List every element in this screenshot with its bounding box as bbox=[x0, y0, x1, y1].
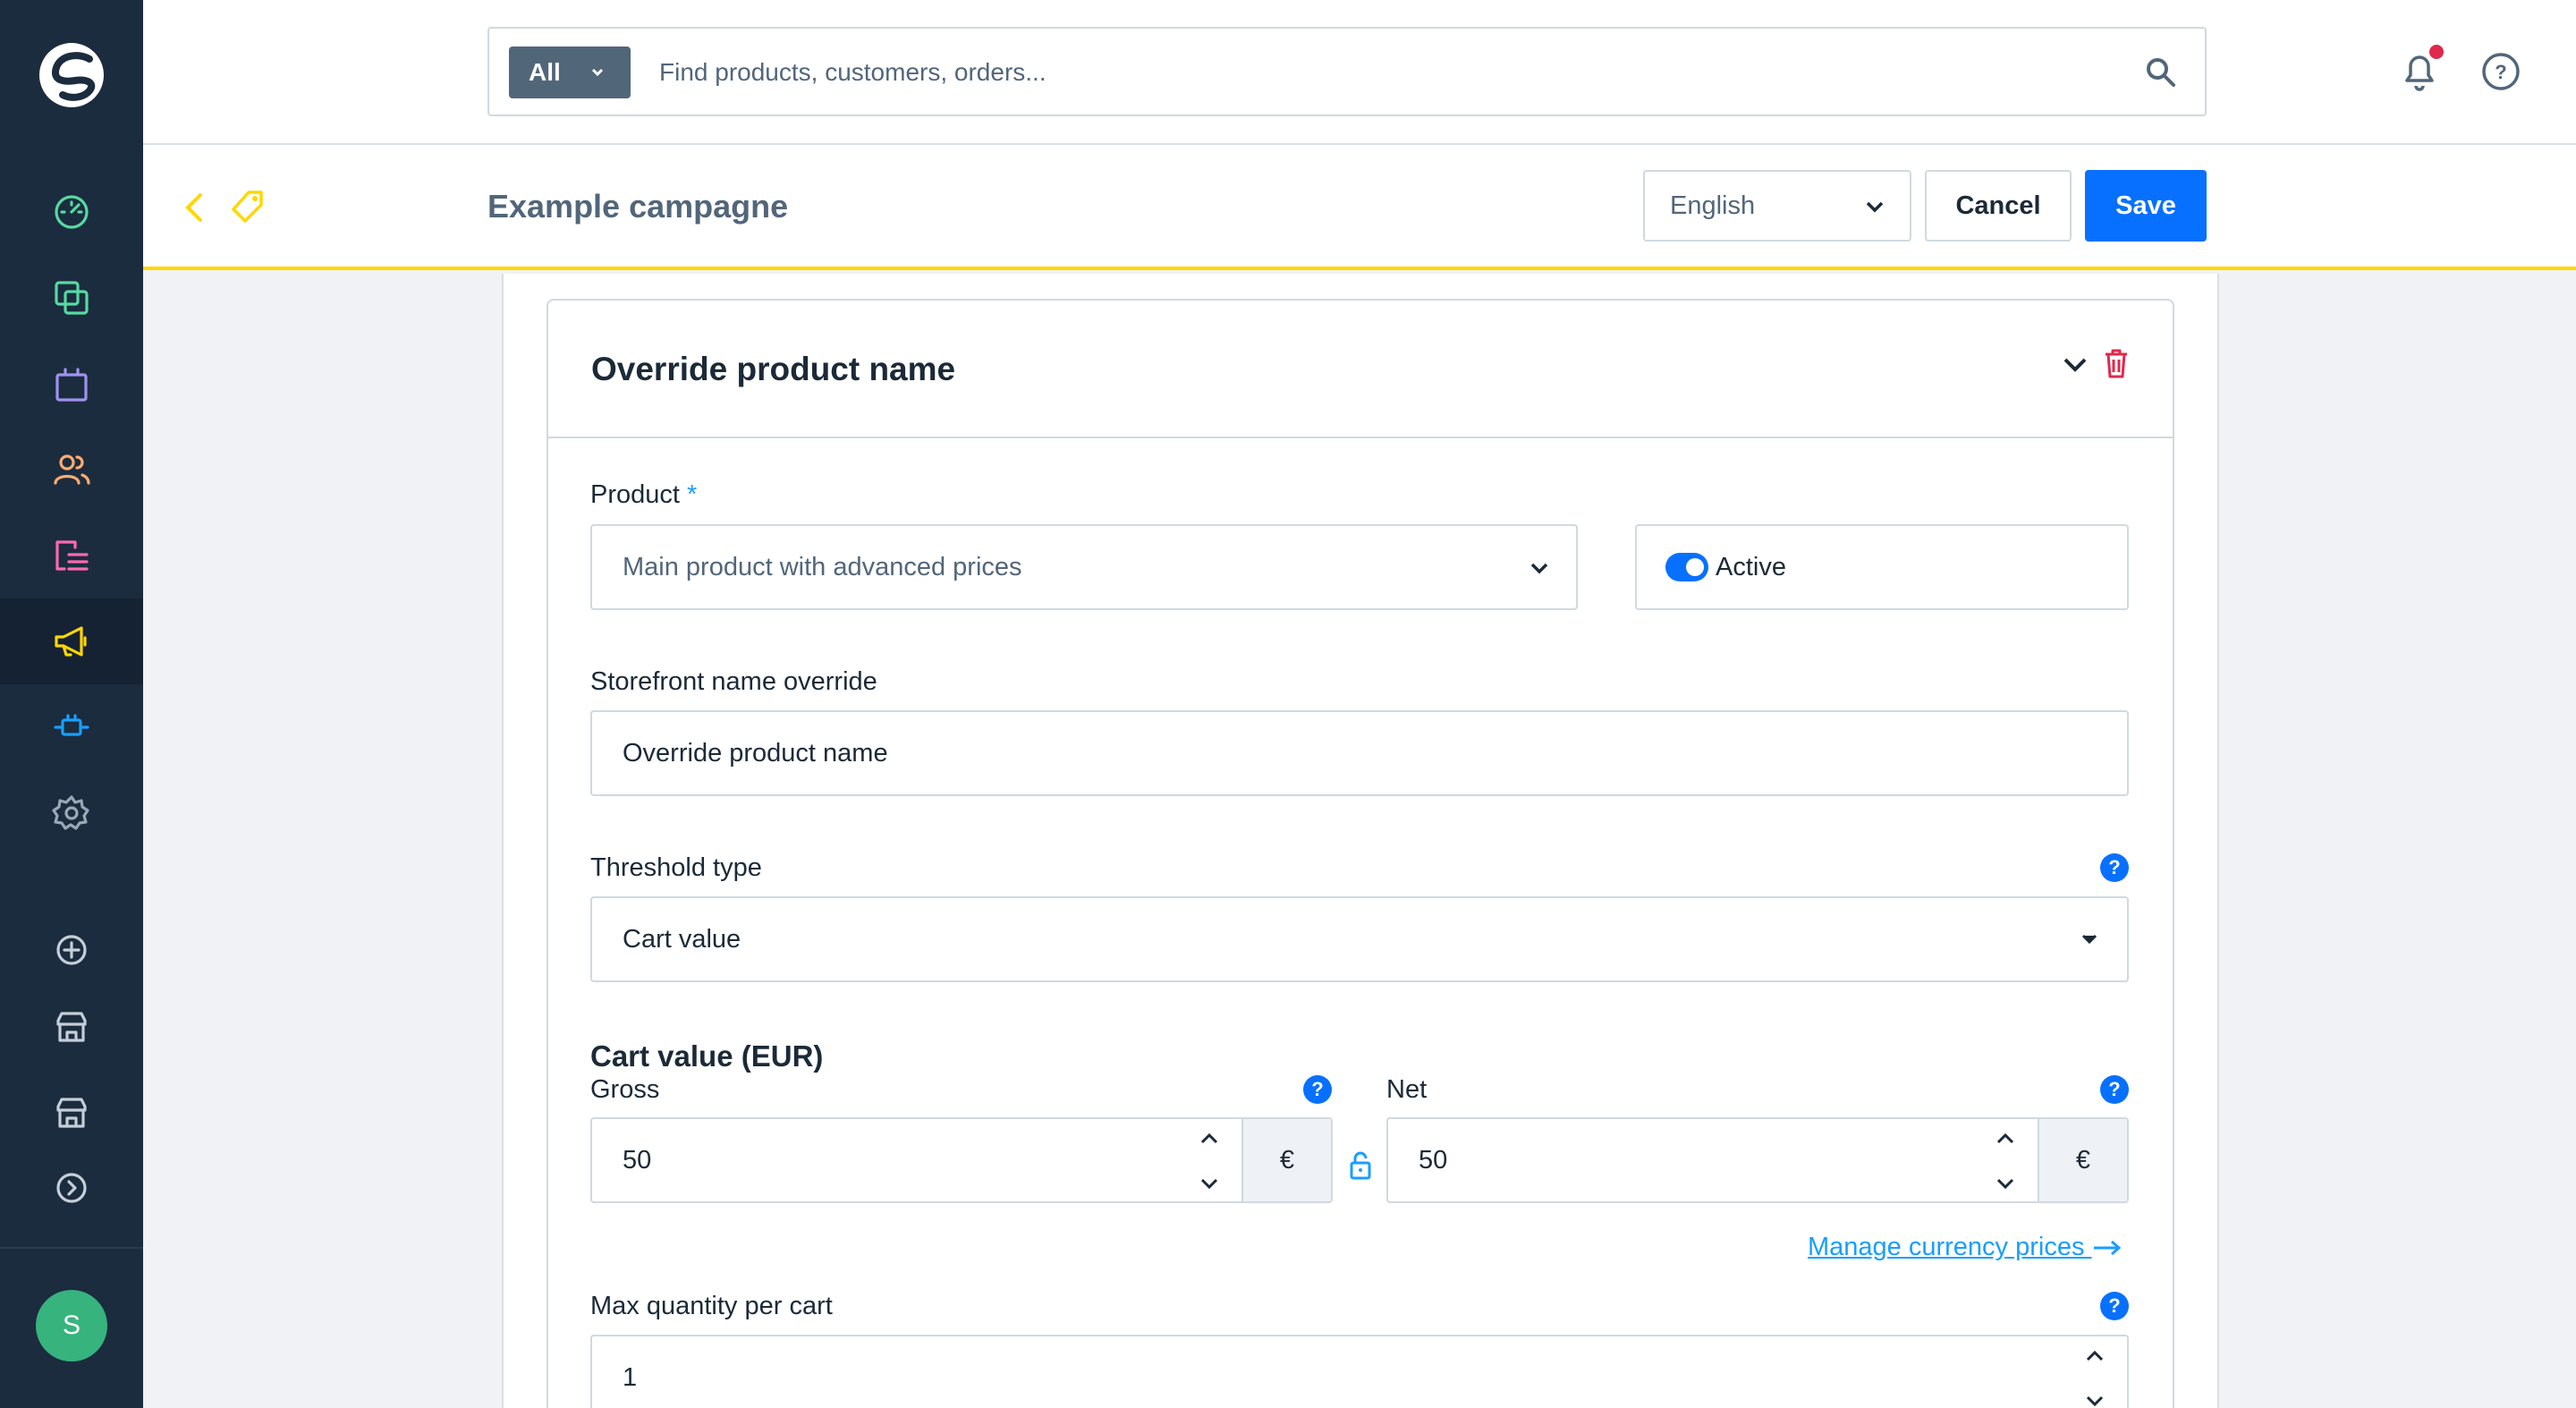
shopware-logo[interactable] bbox=[38, 41, 106, 109]
content-icon bbox=[55, 540, 89, 571]
sidebar-expand-button[interactable] bbox=[0, 1145, 143, 1231]
avatar[interactable]: S bbox=[36, 1290, 107, 1361]
sidebar-item-orders[interactable] bbox=[0, 341, 143, 427]
number-stepper-icon[interactable] bbox=[2084, 1345, 2106, 1408]
sidebar-item-settings[interactable] bbox=[0, 770, 143, 856]
manage-currency-prices-link[interactable]: Manage currency prices bbox=[1808, 1233, 2123, 1262]
dashboard-icon bbox=[55, 195, 89, 229]
search-input[interactable] bbox=[659, 48, 2090, 97]
orders-icon bbox=[55, 368, 88, 402]
net-value: 50 bbox=[1419, 1145, 1448, 1175]
net-currency-suffix: € bbox=[2038, 1119, 2127, 1201]
gross-help-icon[interactable]: ? bbox=[1303, 1075, 1332, 1104]
language-label: English bbox=[1670, 191, 1756, 220]
active-toggle-field: Active bbox=[1635, 524, 2129, 610]
language-switch[interactable]: English bbox=[1643, 170, 1911, 242]
sidebar-item-content[interactable] bbox=[0, 513, 143, 598]
chevron-down-icon bbox=[1866, 201, 1884, 213]
storefront-icon bbox=[56, 1098, 87, 1128]
sidebar-item-add[interactable] bbox=[0, 907, 143, 993]
plus-circle-icon bbox=[56, 935, 87, 965]
help-icon[interactable]: ? bbox=[2481, 52, 2521, 91]
storefront-name-label: Storefront name override bbox=[590, 667, 877, 696]
arrow-right-icon bbox=[2093, 1241, 2121, 1256]
gross-value: 50 bbox=[623, 1145, 652, 1175]
search-type-label: All bbox=[529, 58, 561, 86]
product-label: Product * bbox=[590, 480, 697, 510]
threshold-type-value: Cart value bbox=[623, 924, 741, 954]
smart-bar: Example campagne English Cancel Save bbox=[143, 145, 2576, 270]
product-label-text: Product bbox=[590, 480, 680, 509]
chevron-right-circle-icon bbox=[56, 1173, 87, 1203]
top-bar: All bbox=[143, 0, 2576, 145]
number-stepper-icon[interactable] bbox=[1199, 1128, 1220, 1194]
max-quantity-help-icon[interactable]: ? bbox=[2100, 1292, 2129, 1320]
max-quantity-value: 1 bbox=[623, 1363, 638, 1392]
product-select-value: Main product with advanced prices bbox=[623, 552, 1022, 581]
required-mark: * bbox=[687, 480, 698, 509]
lock-icon[interactable] bbox=[1349, 1150, 1372, 1181]
svg-text:?: ? bbox=[2495, 61, 2506, 83]
chevron-down-icon bbox=[2081, 934, 2097, 945]
gross-input[interactable]: 50 € bbox=[590, 1117, 1333, 1203]
notification-badge bbox=[2429, 45, 2444, 59]
storefront-icon bbox=[56, 1012, 87, 1042]
card-title: Override product name bbox=[591, 351, 956, 387]
storefront-name-input[interactable]: Override product name bbox=[590, 710, 2129, 796]
max-quantity-input[interactable]: 1 bbox=[590, 1335, 2129, 1408]
net-label: Net bbox=[1386, 1075, 1428, 1104]
cart-value-heading: Cart value (EUR) bbox=[590, 1039, 824, 1073]
global-search: All bbox=[487, 27, 2207, 116]
save-button[interactable]: Save bbox=[2085, 170, 2207, 242]
page-title: Example campagne bbox=[487, 188, 789, 225]
search-icon[interactable] bbox=[2144, 55, 2178, 89]
sidebar-item-customers[interactable] bbox=[0, 427, 143, 513]
card-header: Override product name bbox=[548, 301, 2173, 438]
threshold-type-label: Threshold type bbox=[590, 853, 762, 882]
catalogues-icon bbox=[55, 281, 89, 315]
gross-currency-suffix: € bbox=[1241, 1119, 1331, 1201]
tag-icon bbox=[232, 191, 263, 223]
active-toggle[interactable] bbox=[1665, 553, 1708, 581]
storefront-name-value: Override product name bbox=[623, 738, 888, 768]
collapse-chevron-icon[interactable] bbox=[2062, 354, 2089, 376]
marketing-icon bbox=[55, 626, 87, 657]
product-select[interactable]: Main product with advanced prices bbox=[590, 524, 1578, 610]
sidebar-item-sales-channel-1[interactable] bbox=[0, 984, 143, 1070]
search-type-select[interactable]: All bbox=[509, 47, 631, 98]
customers-icon bbox=[54, 454, 90, 485]
extensions-icon bbox=[54, 714, 89, 736]
chevron-down-icon bbox=[1530, 563, 1548, 574]
trash-icon[interactable] bbox=[2103, 347, 2130, 379]
settings-icon bbox=[52, 795, 89, 830]
sidebar-item-sales-channel-2[interactable] bbox=[0, 1070, 143, 1156]
net-help-icon[interactable]: ? bbox=[2100, 1075, 2129, 1104]
back-arrow-icon[interactable] bbox=[181, 190, 208, 225]
sidebar-item-dashboard[interactable] bbox=[0, 169, 143, 255]
avatar-initial: S bbox=[62, 1310, 80, 1340]
cancel-button[interactable]: Cancel bbox=[1925, 170, 2072, 242]
sidebar-item-catalogues[interactable] bbox=[0, 255, 143, 341]
active-label: Active bbox=[1716, 552, 1786, 581]
sidebar-item-extensions[interactable] bbox=[0, 684, 143, 770]
manage-currency-prices-text: Manage currency prices bbox=[1808, 1233, 2085, 1261]
threshold-help-icon[interactable]: ? bbox=[2100, 853, 2129, 882]
gross-label: Gross bbox=[590, 1075, 660, 1104]
chevron-down-icon bbox=[591, 68, 604, 77]
sidebar-item-marketing[interactable] bbox=[0, 598, 143, 684]
number-stepper-icon[interactable] bbox=[1995, 1128, 2016, 1194]
max-quantity-label: Max quantity per cart bbox=[590, 1292, 833, 1320]
net-input[interactable]: 50 € bbox=[1386, 1117, 2129, 1203]
sidebar: S bbox=[0, 0, 143, 1408]
threshold-type-select[interactable]: Cart value bbox=[590, 896, 2129, 982]
